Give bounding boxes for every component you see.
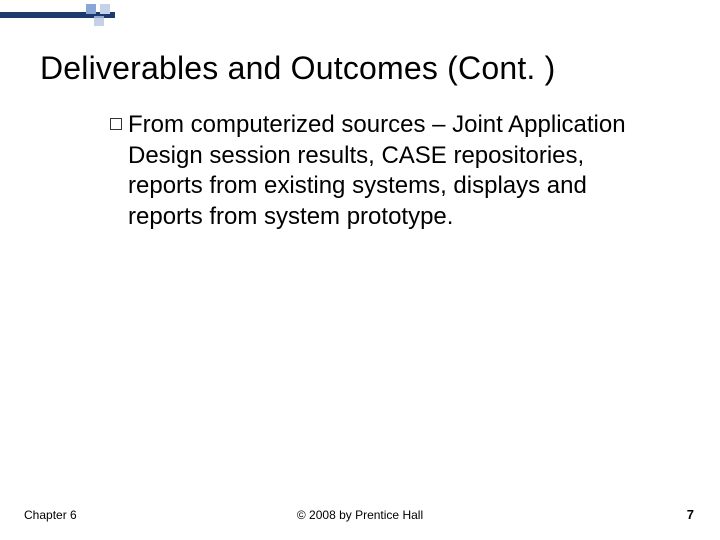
bullet-lead: From [128, 111, 184, 138]
bullet-rest: computerized sources – Joint Application… [128, 111, 626, 230]
corner-decoration [0, 0, 120, 28]
footer-copyright: © 2008 by Prentice Hall [0, 508, 720, 522]
deco-square [86, 4, 96, 14]
bullet-item: From computerized sources – Joint Applic… [110, 110, 660, 233]
slide-title: Deliverables and Outcomes (Cont. ) [40, 50, 680, 87]
square-bullet-icon [110, 118, 122, 130]
footer-page-number: 7 [687, 507, 694, 522]
slide: Deliverables and Outcomes (Cont. ) From … [0, 0, 720, 540]
slide-body: From computerized sources – Joint Applic… [110, 110, 660, 233]
bullet-text: From computerized sources – Joint Applic… [128, 110, 660, 233]
deco-square [94, 16, 104, 26]
deco-square [100, 4, 110, 14]
slide-footer: Chapter 6 © 2008 by Prentice Hall 7 [0, 502, 720, 522]
